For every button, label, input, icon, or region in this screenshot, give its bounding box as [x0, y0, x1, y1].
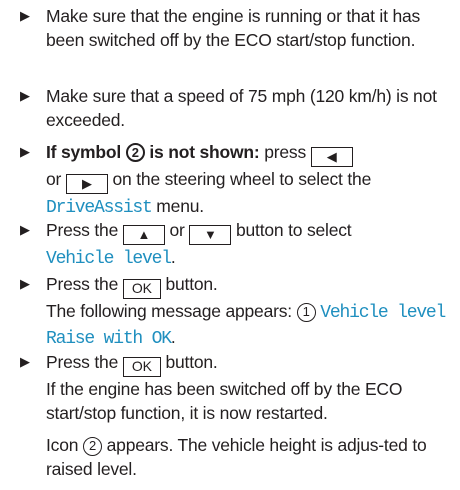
callout-2-icon: 2 — [82, 437, 102, 456]
step-3-text-b: or — [46, 169, 62, 189]
step-6-text-c: If the engine has been switched off by t… — [46, 379, 403, 423]
right-arrow-key-icon: ▶ — [65, 174, 108, 194]
callout-2-icon: 2 — [125, 143, 145, 162]
callout-1-icon: 1 — [296, 303, 316, 322]
step-4-text-d: . — [170, 247, 176, 267]
step-4: ▶ Press the ▲ or ▼ button to select Vehi… — [20, 218, 456, 271]
left-arrow-key-icon: ◀ — [310, 147, 353, 167]
step-6-text: Press the OK button. If the engine has b… — [46, 350, 456, 481]
step-2: ▶ Make sure that a speed of 75 mph (120 … — [20, 84, 456, 132]
step-4-text-b: or — [169, 220, 185, 240]
step-1-text: Make sure that the engine is running or … — [46, 6, 421, 50]
bullet-arrow-icon: ▶ — [20, 222, 30, 237]
step-6-text-b: button. — [165, 352, 218, 372]
ok-key-icon: OK — [122, 279, 161, 299]
condition-label-tail: is not shown: — [149, 142, 260, 162]
step-6-text-d: Icon — [46, 435, 79, 455]
step-6-text-a: Press the — [46, 352, 119, 372]
step-1: ▶ Make sure that the engine is running o… — [20, 4, 456, 52]
step-6-result: Icon 2 appears. The vehicle height is ad… — [46, 433, 456, 481]
step-3-text-a: press — [264, 142, 307, 162]
step-5-text-b: button. — [165, 274, 218, 294]
up-arrow-key-icon: ▲ — [122, 225, 165, 245]
instruction-page: ▶ Make sure that the engine is running o… — [0, 0, 460, 490]
step-2-text: Make sure that a speed of 75 mph (120 km… — [46, 86, 437, 130]
menu-item-name: Vehicle level — [46, 249, 172, 269]
step-5-text-a: Press the — [46, 274, 119, 294]
ok-key-icon: OK — [122, 357, 161, 377]
step-5: ▶ Press the OK button. The following mes… — [20, 272, 456, 351]
step-5-text: Press the OK button. The following messa… — [46, 272, 456, 351]
step-4-text-a: Press the — [46, 220, 119, 240]
step-6: ▶ Press the OK button. If the engine has… — [20, 350, 456, 481]
step-3-text-c: on the steering wheel to select the — [112, 169, 372, 189]
bullet-arrow-icon: ▶ — [20, 276, 30, 291]
step-5-text-c: The following message appears: — [46, 301, 292, 321]
step-5-text-d: . — [170, 327, 176, 347]
step-4-text-c: button to select — [235, 220, 352, 240]
step-3-text-d: menu. — [156, 196, 204, 216]
step-3-text: If symbol 2 is not shown: press ◀ or ▶ o… — [46, 140, 456, 220]
bullet-arrow-icon: ▶ — [20, 144, 30, 159]
bullet-arrow-icon: ▶ — [20, 8, 30, 23]
bullet-arrow-icon: ▶ — [20, 88, 30, 103]
menu-name: DriveAssist — [46, 198, 153, 218]
condition-label: If symbol — [46, 142, 122, 162]
bullet-arrow-icon: ▶ — [20, 354, 30, 369]
step-6-text-e: appears. The vehicle height is adjus-ted… — [46, 435, 427, 479]
step-4-text: Press the ▲ or ▼ button to select Vehicl… — [46, 218, 456, 271]
step-3: ▶ If symbol 2 is not shown: press ◀ or ▶… — [20, 140, 456, 220]
down-arrow-key-icon: ▼ — [189, 225, 232, 245]
